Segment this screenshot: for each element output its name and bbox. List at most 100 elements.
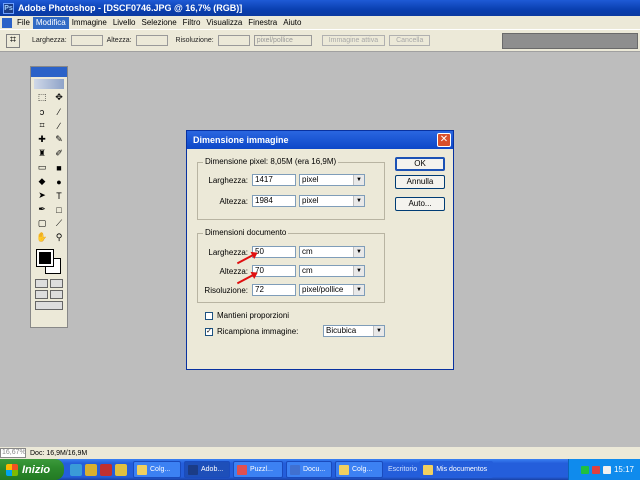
doc-width-label: Larghezza: (208, 248, 248, 257)
document-size-group: Dimensioni documento Larghezza: 50 cm ▼ A… (197, 228, 385, 303)
notes-tool-icon[interactable]: ▢ (34, 217, 50, 230)
menu-livello[interactable]: Livello (110, 17, 139, 29)
photoshop-icon (188, 464, 198, 475)
menu-finestra[interactable]: Finestra (245, 17, 280, 29)
dodge-tool-icon[interactable]: ● (51, 175, 67, 188)
media-icon[interactable] (100, 463, 112, 476)
adobe-logo-icon[interactable] (34, 79, 64, 89)
resolution-option-label: Risoluzione: (175, 37, 214, 44)
task-button[interactable]: Colg... (133, 461, 181, 478)
palette-well[interactable] (502, 33, 638, 49)
zoom-tool-icon[interactable]: ⚲ (51, 231, 67, 244)
units-option-select[interactable]: pixel/pollice (253, 35, 312, 46)
foreground-color-swatch[interactable] (36, 249, 54, 267)
task-button[interactable]: Adob... (184, 461, 230, 478)
menu-modifica[interactable]: Modifica (32, 16, 69, 29)
menu-immagine[interactable]: Immagine (69, 17, 110, 29)
pixel-width-field[interactable]: 1417 (252, 174, 296, 186)
clone-stamp-icon[interactable]: ♜ (34, 147, 50, 160)
chevron-down-icon: ▼ (353, 196, 364, 206)
resample-method-select[interactable]: Bicubica ▼ (323, 325, 385, 337)
resample-image-label: Ricampiona immagine: (217, 327, 299, 336)
pixel-width-unit-select[interactable]: pixel ▼ (299, 174, 365, 186)
document-size-info[interactable]: Doc: 16,9M/16,9M (30, 450, 87, 457)
clock[interactable]: 15:17 (614, 465, 634, 474)
crop-tool-icon[interactable]: ⌗ (34, 119, 50, 132)
doc-resolution-field[interactable]: 72 (252, 284, 296, 296)
eraser-tool-icon[interactable]: ▭ (34, 161, 50, 174)
standard-mode-button[interactable] (35, 279, 48, 288)
marquee-tool-icon[interactable]: ⬚ (34, 91, 50, 104)
task-button[interactable]: Colg... (335, 461, 383, 478)
screen-mode-standard-button[interactable] (35, 290, 48, 299)
menu-filtro[interactable]: Filtro (180, 17, 204, 29)
pixel-height-label: Altezza: (219, 197, 248, 206)
height-option-field[interactable] (135, 35, 168, 46)
doc-height-unit-select[interactable]: cm ▼ (299, 265, 365, 277)
task-button[interactable]: Puzzl... (233, 461, 283, 478)
crop-tool-icon[interactable]: ⌗ (6, 33, 20, 48)
width-option-field[interactable] (70, 35, 103, 46)
magic-wand-tool-icon[interactable]: ⁄ (51, 105, 67, 118)
options-bar: ⌗ Larghezza: Altezza: Risoluzione: pixel… (0, 29, 640, 52)
address-toolbar-label[interactable]: Escritorio (388, 466, 417, 473)
messenger-icon[interactable] (115, 463, 127, 476)
front-image-button[interactable]: Immagine attiva (321, 35, 386, 46)
blur-tool-icon[interactable]: ◆ (34, 175, 50, 188)
dialog-title-bar[interactable]: Dimensione immagine ✕ (187, 131, 453, 149)
folder-icon (423, 464, 434, 475)
gradient-tool-icon[interactable]: ■ (51, 161, 67, 174)
antivirus-icon[interactable] (591, 465, 600, 474)
constrain-proportions-checkbox[interactable] (205, 312, 213, 320)
start-button[interactable]: Inizio (0, 459, 64, 480)
doc-width-unit-select[interactable]: cm ▼ (299, 246, 365, 258)
pixel-height-field[interactable]: 1984 (252, 195, 296, 207)
type-tool-icon[interactable]: T (51, 189, 67, 202)
chevron-down-icon: ▼ (353, 266, 364, 276)
close-icon[interactable]: ✕ (437, 133, 451, 147)
pixel-height-unit-select[interactable]: pixel ▼ (299, 195, 365, 207)
ie-icon[interactable] (70, 463, 82, 476)
width-option-label: Larghezza: (32, 37, 67, 44)
healing-brush-icon[interactable]: ✚ (34, 133, 50, 146)
resample-image-checkbox[interactable]: ✓ (205, 328, 213, 336)
shape-tool-icon[interactable]: □ (51, 203, 67, 216)
my-documents-link[interactable]: Mis documentos (419, 461, 494, 478)
jump-to-imageready-button[interactable] (35, 301, 63, 310)
screen-mode-full-button[interactable] (50, 290, 63, 299)
chevron-down-icon: ▼ (373, 326, 384, 336)
document-icon[interactable] (2, 17, 12, 28)
path-selection-icon[interactable]: ➤ (34, 189, 50, 202)
menu-selezione[interactable]: Selezione (139, 17, 180, 29)
move-tool-icon[interactable]: ✥ (51, 91, 67, 104)
task-button[interactable]: Docu... (286, 461, 332, 478)
history-brush-icon[interactable]: ✐ (51, 147, 67, 160)
doc-resolution-unit-select[interactable]: pixel/pollice ▼ (299, 284, 365, 296)
status-bar: 16,67% Doc: 16,9M/16,9M (0, 447, 640, 459)
brush-tool-icon[interactable]: ✎ (51, 133, 67, 146)
quick-launch (64, 463, 133, 476)
resolution-option-field[interactable] (217, 35, 250, 46)
menu-visualizza[interactable]: Visualizza (203, 17, 245, 29)
zoom-level-field[interactable]: 16,67% (0, 448, 26, 458)
folder-icon[interactable] (85, 463, 97, 476)
pixel-dimensions-legend: Dimensione pixel: 8,05M (era 16,9M) (203, 157, 339, 166)
toolbox-header[interactable] (31, 67, 67, 77)
cancel-button[interactable]: Annulla (395, 175, 445, 189)
network-icon[interactable] (580, 465, 589, 474)
menu-aiuto[interactable]: Aiuto (280, 17, 304, 29)
height-option-label: Altezza: (106, 37, 132, 44)
lasso-tool-icon[interactable]: ↄ (34, 105, 50, 118)
constrain-proportions-label: Mantieni proporzioni (217, 311, 290, 320)
window-title-bar[interactable]: Ps Adobe Photoshop - [DSCF0746.JPG @ 16,… (0, 0, 640, 16)
clear-button[interactable]: Cancella (389, 35, 431, 46)
eyedropper-tool-icon[interactable]: ⟋ (51, 217, 67, 230)
hand-tool-icon[interactable]: ✋ (34, 231, 50, 244)
auto-button[interactable]: Auto... (395, 197, 445, 211)
ok-button[interactable]: OK (395, 157, 445, 171)
menu-file[interactable]: File (14, 17, 33, 29)
quick-mask-mode-button[interactable] (50, 279, 63, 288)
volume-icon[interactable] (602, 465, 611, 474)
slice-tool-icon[interactable]: ∕ (51, 119, 67, 132)
pen-tool-icon[interactable]: ✒ (34, 203, 50, 216)
